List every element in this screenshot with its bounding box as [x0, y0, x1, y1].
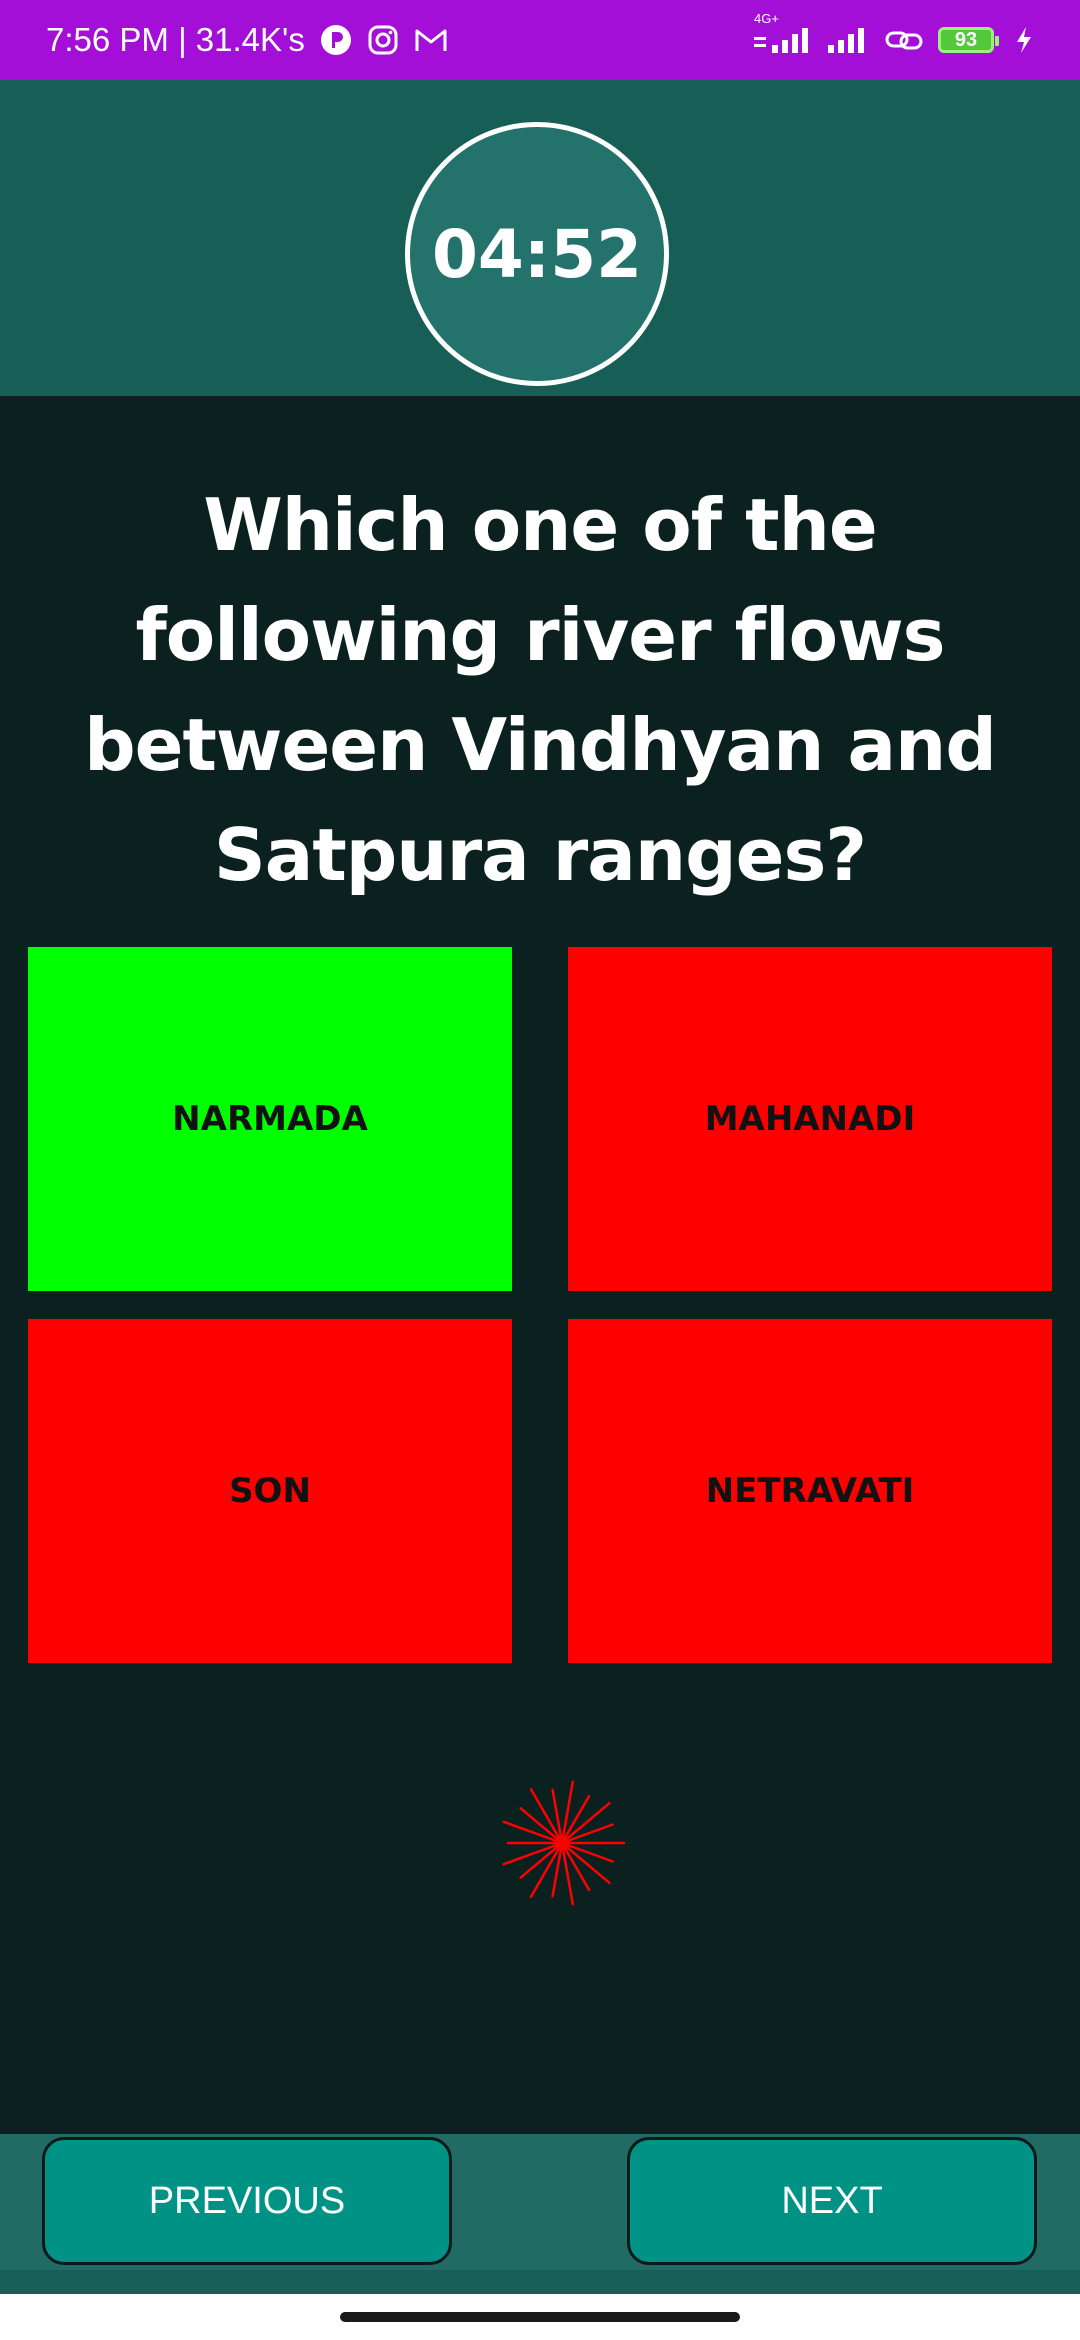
charging-icon [1014, 25, 1034, 55]
status-time: 7:56 PM | 31.4K's [46, 21, 305, 58]
option-label: MAHANADI [704, 1099, 916, 1139]
previous-label: PREVIOUS [148, 2179, 346, 2222]
status-bar: 7:56 PM | 31.4K's 4G+ 93 [0, 0, 1080, 80]
status-left: 7:56 PM | 31.4K's [46, 21, 449, 59]
countdown-timer: 04:52 [405, 122, 669, 386]
previous-button[interactable]: PREVIOUS [42, 2137, 452, 2265]
home-indicator[interactable] [340, 2312, 740, 2322]
instagram-icon [367, 24, 399, 56]
burst-ray [502, 1841, 564, 1866]
burst-ray [560, 1841, 614, 1863]
option-label: SON [229, 1471, 311, 1511]
signal-icon: 4G+ [752, 11, 812, 55]
timer-header: 04:52 [0, 80, 1080, 396]
question-text: Which one of the following river flows b… [84, 483, 997, 897]
battery-icon: 93 [938, 27, 999, 53]
system-navigation-area [0, 2294, 1080, 2340]
battery-level: 93 [954, 28, 978, 51]
next-button[interactable]: NEXT [627, 2137, 1037, 2265]
app-notification-icon [319, 23, 353, 57]
option-label: NETRAVATI [705, 1471, 915, 1511]
option-button-3[interactable]: SON [28, 1319, 512, 1663]
burst-icon [502, 1780, 626, 1906]
option-button-1[interactable]: NARMADA [28, 947, 512, 1291]
burst-ray [502, 1820, 564, 1845]
timer-value: 04:52 [431, 215, 643, 293]
status-right: 4G+ 93 [752, 11, 1034, 55]
option-label: NARMADA [172, 1099, 368, 1139]
option-button-2[interactable]: MAHANADI [568, 947, 1052, 1291]
burst-ray [560, 1823, 614, 1845]
bottom-strip [0, 2270, 1080, 2294]
network-type-label: 4G+ [754, 11, 779, 26]
link-icon [884, 25, 924, 55]
next-label: NEXT [781, 2179, 883, 2222]
gmail-icon [413, 25, 449, 55]
signal-icon [826, 25, 870, 55]
option-button-4[interactable]: NETRAVATI [568, 1319, 1052, 1663]
